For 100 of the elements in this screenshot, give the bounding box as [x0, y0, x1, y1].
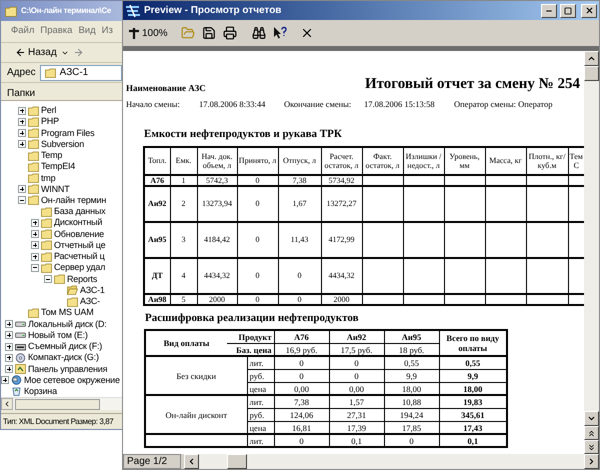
folder-icon	[28, 173, 39, 184]
expand-icon[interactable]	[1, 376, 9, 384]
column-header: Аи95	[384, 330, 439, 344]
menu-item[interactable]: Файл	[11, 24, 34, 39]
scroll-down-icon[interactable]	[587, 414, 596, 423]
expand-icon[interactable]	[18, 185, 26, 194]
table-cell: руб.	[247, 369, 274, 382]
tree-item[interactable]: Perl	[41, 106, 56, 116]
drive-icon	[15, 319, 26, 330]
table-cell: цена	[247, 382, 274, 396]
tree-item[interactable]: База данных	[54, 207, 106, 216]
menu-item[interactable]: Правка	[40, 24, 72, 39]
expand-icon[interactable]	[5, 342, 13, 351]
tree-item[interactable]: Temp	[41, 151, 62, 160]
help-pointer-icon[interactable]	[272, 26, 287, 40]
scroll-left-icon[interactable]	[3, 400, 11, 408]
tree-item[interactable]: Он-лайн термин	[41, 196, 106, 205]
address-field[interactable]: АЗС-1	[40, 64, 122, 80]
collapse-icon[interactable]	[18, 196, 26, 204]
menu-item[interactable]: Из	[102, 24, 113, 39]
back-button[interactable]: Назад	[15, 45, 57, 60]
window-title: Preview - Просмотр отчетов	[144, 4, 282, 18]
tree-item[interactable]: Панель управления	[28, 364, 108, 374]
tree-item[interactable]: Корзина	[24, 386, 57, 396]
tree-item[interactable]: Локальный диск (D:	[28, 320, 107, 329]
expand-icon[interactable]	[5, 320, 13, 328]
tree-item[interactable]: Отчетный це	[54, 240, 106, 250]
table-cell: 194,24	[384, 408, 439, 422]
vertical-scrollbar[interactable]	[584, 51, 599, 454]
tree-item[interactable]: WINNT	[41, 184, 70, 194]
removable-drive-icon	[15, 342, 26, 352]
tree-item[interactable]: Компакт-диск (G:)	[28, 353, 99, 362]
table-cell: 17,5 руб.	[329, 343, 384, 356]
column-header: Продукт	[227, 330, 274, 344]
tree-item[interactable]: Дисконтный	[54, 218, 102, 228]
forward-arrow-icon[interactable]	[72, 47, 84, 58]
expand-icon[interactable]	[18, 106, 26, 115]
expand-icon[interactable]	[5, 365, 13, 373]
expand-icon[interactable]	[31, 218, 39, 227]
tree-item[interactable]: TempEI4	[41, 162, 76, 172]
expand-icon[interactable]	[18, 140, 26, 148]
tree-item[interactable]: Мое сетевое окружение	[24, 376, 120, 385]
horizontal-scrollbar[interactable]	[1, 397, 122, 410]
tree-item[interactable]: Новый том (E:)	[28, 330, 88, 340]
recycle-bin-icon	[11, 386, 22, 396]
table-cell: Он-лайн дисконт	[145, 395, 247, 434]
page-indicator: Page 1/2	[123, 454, 181, 469]
zoom-button[interactable]: 100%	[128, 26, 168, 40]
shift-start-value: 17.08.2006 8:33:44	[199, 98, 266, 110]
expand-icon[interactable]	[31, 230, 39, 238]
network-icon	[11, 375, 22, 386]
close-icon	[584, 6, 594, 15]
horizontal-scrollbar[interactable]	[184, 454, 599, 469]
tree-item[interactable]: АЗС-1	[80, 286, 105, 295]
binoculars-icon[interactable]	[252, 26, 266, 40]
table-cell: 10,88	[384, 395, 439, 408]
tree-item[interactable]: Расчетный ц	[54, 252, 105, 262]
window-title: C:\Он-лайн терминал\Се	[21, 5, 112, 17]
folder-icon	[41, 262, 52, 273]
table-cell: цена	[247, 421, 274, 434]
table-cell: 9,9	[384, 369, 439, 382]
expand-icon[interactable]	[18, 129, 26, 138]
printer-icon[interactable]	[222, 26, 237, 40]
tree-item[interactable]: Обновление	[54, 230, 104, 239]
tree-item[interactable]: Program Files	[41, 128, 94, 138]
tree-item[interactable]: Subversion	[41, 140, 84, 149]
scroll-right-icon[interactable]	[587, 457, 596, 466]
section-title: Расшифровка реализации нефтепродуктов	[145, 310, 360, 326]
expand-icon[interactable]	[31, 241, 39, 250]
open-folder-icon	[67, 285, 78, 296]
tree-item[interactable]: АЗС-	[80, 297, 100, 306]
tree-item[interactable]: tmp	[41, 174, 56, 183]
previous-page-icon[interactable]	[587, 428, 596, 438]
shift-end-label: Окончание смены:	[284, 98, 352, 110]
save-icon[interactable]	[202, 26, 216, 40]
folder-icon	[67, 296, 78, 307]
folder-icon	[28, 106, 39, 116]
table-cell: 0	[274, 356, 329, 370]
expand-icon[interactable]	[5, 331, 13, 340]
maximize-button[interactable]	[560, 4, 576, 18]
scroll-left-icon[interactable]	[187, 457, 196, 466]
menu-item[interactable]: Вид	[78, 24, 96, 39]
tree-item[interactable]: PHP	[41, 117, 59, 126]
scroll-thumb[interactable]	[15, 398, 100, 410]
expand-icon[interactable]	[5, 354, 13, 362]
minimize-button[interactable]	[541, 4, 557, 18]
close-button[interactable]	[581, 4, 597, 18]
scroll-up-icon[interactable]	[587, 54, 596, 63]
table-cell: лит.	[247, 434, 274, 448]
next-page-icon[interactable]	[587, 442, 596, 452]
tree-item[interactable]: Reports	[67, 274, 98, 284]
collapse-icon[interactable]	[44, 275, 52, 284]
expand-icon[interactable]	[31, 252, 39, 261]
collapse-icon[interactable]	[31, 264, 39, 272]
tree-item[interactable]: Том MS UAM	[41, 308, 94, 318]
shift-start-label: Начало смены:	[126, 98, 181, 110]
tree-item[interactable]: Сервер удал	[54, 263, 106, 272]
expand-icon[interactable]	[18, 118, 26, 126]
table-cell: 7,38	[274, 395, 329, 408]
tree-item[interactable]: Съемный диск (F:)	[28, 342, 102, 352]
